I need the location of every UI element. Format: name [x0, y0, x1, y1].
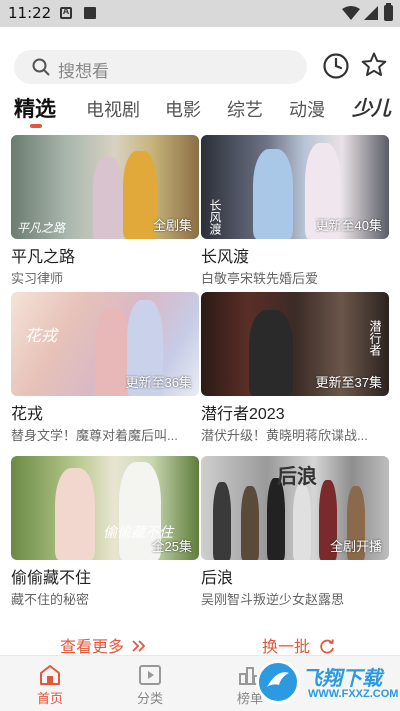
episode-badge: 更新至36集 [125, 375, 192, 390]
episode-badge: 更新至37集 [315, 375, 382, 390]
video-thumbnail[interactable]: 平凡之路 全剧集 [11, 135, 199, 239]
play-square-icon [139, 665, 161, 685]
video-title[interactable]: 偷偷藏不住 [11, 564, 91, 588]
notification-square-icon [84, 7, 96, 19]
video-subtitle: 实习律师 [11, 271, 64, 286]
favorite-star-icon[interactable] [360, 51, 388, 79]
show-logo: 花戎 [25, 328, 58, 345]
video-thumbnail[interactable]: 后浪 全剧开播 [201, 456, 389, 560]
tab-kids[interactable]: 少儿 [352, 92, 391, 121]
search-placeholder: 搜想看 [58, 62, 109, 81]
watermark-title: 飞翔下载 [302, 668, 382, 690]
video-title[interactable]: 后浪 [201, 564, 233, 588]
video-title[interactable]: 平凡之路 [11, 243, 75, 267]
nav-home-label: 首页 [36, 691, 63, 706]
episode-badge: 更新至40集 [315, 218, 382, 233]
active-tab-indicator [30, 124, 42, 128]
video-subtitle: 吴刚智斗叛逆少女赵露思 [201, 592, 345, 607]
category-tabs: 精选 电视剧 电影 综艺 动漫 少儿 [0, 90, 400, 128]
wifi-icon [342, 6, 360, 20]
history-clock-icon[interactable] [322, 52, 350, 80]
video-thumbnail[interactable]: 花戎 更新至36集 [11, 292, 199, 396]
video-subtitle: 藏不住的秘密 [11, 592, 90, 607]
show-logo: 后浪 [277, 466, 317, 488]
refresh-batch-button[interactable]: 换一批 [262, 633, 335, 657]
app-notification-icon [60, 6, 72, 19]
show-logo: 潜行者 [368, 320, 382, 356]
watermark-url: WWW.FXXZ.COM [308, 688, 399, 700]
cellular-signal-icon [364, 6, 378, 20]
search-input[interactable]: 搜想看 [14, 50, 307, 84]
video-title[interactable]: 长风渡 [201, 243, 249, 267]
double-chevron-right-icon [132, 640, 146, 652]
nav-category-label: 分类 [136, 691, 163, 706]
tab-variety[interactable]: 综艺 [227, 96, 263, 122]
view-more-button[interactable]: 查看更多 [60, 633, 147, 657]
battery-icon [384, 3, 393, 21]
video-subtitle: 潜伏升级！黄晓明蒋欣谍战... [201, 428, 368, 443]
show-logo: 长风渡 [208, 199, 222, 235]
status-bar: 11:22 [0, 0, 400, 27]
watermark-logo-icon [256, 660, 300, 704]
tab-featured[interactable]: 精选 [14, 93, 56, 123]
home-icon [40, 665, 60, 685]
episode-badge: 全25集 [151, 539, 192, 554]
view-more-label: 查看更多 [60, 639, 125, 656]
tab-tv-series[interactable]: 电视剧 [86, 96, 140, 122]
nav-category[interactable]: 分类 [110, 656, 190, 711]
video-title[interactable]: 潜行者2023 [201, 400, 285, 424]
watermark: 飞翔下载 WWW.FXXZ.COM [256, 660, 399, 708]
video-thumbnail[interactable]: 长风渡 更新至40集 [201, 135, 389, 239]
refresh-batch-label: 换一批 [262, 639, 311, 656]
video-thumbnail[interactable]: 潜行者 更新至37集 [201, 292, 389, 396]
tab-anime[interactable]: 动漫 [289, 96, 325, 122]
show-logo: 平凡之路 [17, 221, 66, 235]
video-thumbnail[interactable]: 偷偷藏不住 全25集 [11, 456, 199, 560]
video-title[interactable]: 花戎 [11, 400, 43, 424]
search-icon [32, 58, 50, 76]
tab-movies[interactable]: 电影 [165, 96, 201, 122]
video-subtitle: 白敬亭宋轶先婚后爱 [201, 271, 319, 286]
episode-badge: 全剧开播 [329, 539, 382, 554]
video-subtitle: 替身文学！魔尊对着魔后叫... [11, 428, 178, 443]
nav-home[interactable]: 首页 [10, 656, 90, 711]
episode-badge: 全剧集 [152, 218, 192, 233]
status-time: 11:22 [8, 4, 52, 22]
refresh-icon [320, 639, 335, 654]
